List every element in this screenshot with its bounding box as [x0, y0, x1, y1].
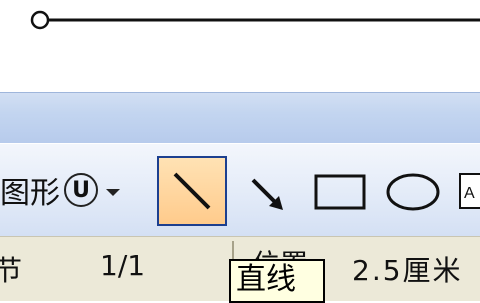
line-start-handle[interactable]	[30, 10, 50, 30]
svg-text:A: A	[464, 185, 475, 202]
arrow-icon	[251, 178, 283, 210]
window-bar	[0, 92, 480, 144]
status-section: 节	[0, 254, 23, 287]
chevron-down-icon[interactable]	[106, 188, 120, 196]
oval-icon	[386, 173, 440, 211]
line-tool-button[interactable]	[157, 156, 227, 226]
autoshapes-menu[interactable]: 图形 U	[0, 170, 120, 211]
line-icon	[173, 172, 211, 210]
autoshapes-accesskey-badge: U	[64, 173, 98, 207]
rectangle-icon	[314, 174, 366, 210]
textbox-icon: A	[459, 173, 480, 209]
line-tool-tooltip: 直线	[229, 259, 325, 303]
document-canvas[interactable]	[0, 0, 480, 92]
status-position-value: 2.5厘米	[352, 254, 463, 287]
oval-tool-button[interactable]	[380, 156, 450, 226]
drawing-toolbar: 图形 U A	[0, 143, 480, 237]
selected-line-shape[interactable]	[0, 0, 480, 92]
textbox-tool-button[interactable]: A	[456, 156, 480, 226]
rectangle-tool-button[interactable]	[306, 156, 376, 226]
status-page: 1/1	[100, 249, 146, 282]
arrow-tool-button[interactable]	[235, 156, 305, 226]
autoshapes-label: 图形	[0, 176, 60, 211]
